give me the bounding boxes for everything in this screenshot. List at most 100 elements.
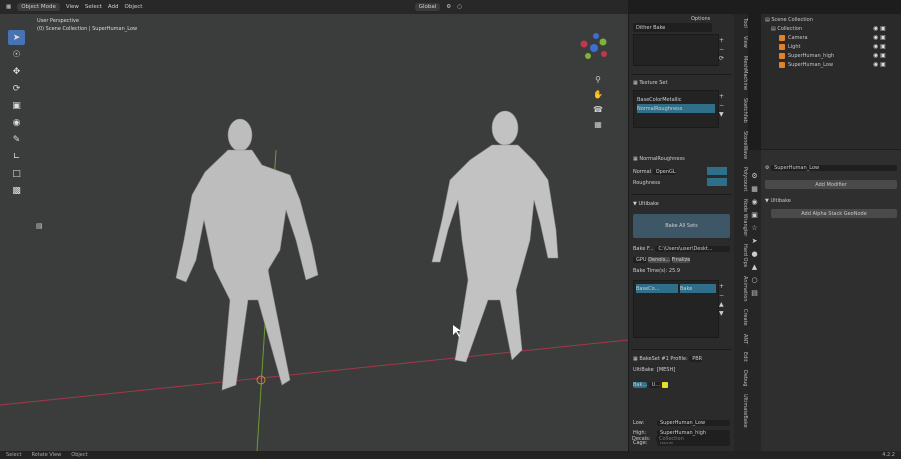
roughness-color-swatch[interactable] xyxy=(707,178,727,186)
yellow-swatch[interactable] xyxy=(661,381,668,388)
ortho-grid-icon[interactable]: ▦ xyxy=(592,120,604,132)
mesh-icon xyxy=(779,52,785,59)
outliner-root[interactable]: ▤ Scene Collection xyxy=(765,15,897,24)
mode-dropdown[interactable]: Object Mode xyxy=(17,3,60,11)
add-modifier-button[interactable]: Add Modifier xyxy=(765,180,897,189)
sidebar-toggle-icon[interactable]: ▤ xyxy=(36,222,43,230)
decals-field-row: Decals: Collection xyxy=(632,434,730,443)
camera-view-icon[interactable]: ☎ xyxy=(592,105,604,117)
move-down-icon[interactable]: ▼ xyxy=(719,309,727,318)
measure-tool-icon[interactable]: ∟ xyxy=(8,149,25,164)
tab-meshmachine[interactable]: MeshMachine xyxy=(734,52,748,94)
decals-collection-field[interactable]: Collection xyxy=(656,435,730,442)
tab-hard-ops[interactable]: Hard Ops xyxy=(734,240,748,271)
bake-type-list[interactable]: BaseCo... Bake xyxy=(633,280,719,338)
add-icon[interactable]: + xyxy=(719,92,727,101)
3d-viewport[interactable]: ▦ Object Mode View Select Add Object Glo… xyxy=(0,0,628,451)
tab-edit[interactable]: Edit xyxy=(734,348,748,366)
properties-tab-icons[interactable]: ⚙ ▦ ◉ ▣ ☆ ➤ ● ▲ ○ ▤ xyxy=(748,150,761,300)
finalize-toggle[interactable]: Finalize xyxy=(671,256,691,263)
bake-folder-field[interactable]: C:\Users\user\Deskt... xyxy=(655,245,730,252)
add-cube-tool-icon[interactable]: □ xyxy=(8,166,25,181)
add-icon[interactable]: + xyxy=(719,36,727,45)
navigation-gizmo[interactable]: ⚲ ✋ ☎ ▦ xyxy=(574,30,622,130)
bake-all-sets-button[interactable]: Bake All Sets xyxy=(633,214,730,238)
snap-icon[interactable]: ⚙ xyxy=(446,4,451,10)
bake-type-item[interactable]: BaseCo... xyxy=(636,284,678,293)
dither-field[interactable]: Dither Bake xyxy=(633,23,712,32)
normal-row: Normal OpenGL xyxy=(633,168,676,175)
denoise-toggle[interactable]: Denois... xyxy=(648,256,671,263)
select-tool-icon[interactable]: ➤ xyxy=(8,30,25,45)
tab-debug[interactable]: Debug xyxy=(734,366,748,390)
tab-animation[interactable]: Animation xyxy=(734,272,748,306)
tab-node-wrangler[interactable]: Node Wrangler xyxy=(734,195,748,240)
menu-add[interactable]: Add xyxy=(108,4,119,10)
normal-color-swatch[interactable] xyxy=(707,167,727,175)
menu-object[interactable]: Object xyxy=(125,4,143,10)
tab-view[interactable]: View xyxy=(734,32,748,52)
pan-hand-icon[interactable]: ✋ xyxy=(592,90,604,102)
u-chip[interactable]: U... xyxy=(648,381,661,388)
tab-sketchfab[interactable]: Sketchfab xyxy=(734,94,748,127)
menu-select[interactable]: Select xyxy=(85,4,102,10)
remove-icon[interactable]: − xyxy=(719,101,727,110)
list-controls: + − ⟳ xyxy=(719,36,727,63)
texture-set-list[interactable]: BaseColorMetallic NormalRoughness xyxy=(633,90,719,128)
texture-set-item-selected[interactable]: NormalRoughness xyxy=(637,104,715,113)
proportional-icon[interactable]: ○ xyxy=(457,4,462,10)
tab-ultimatebake[interactable]: UltimateBake xyxy=(734,390,748,432)
low-object-field[interactable]: SuperHuman_Low xyxy=(657,419,730,426)
ultibake-object-row: UltiBake [MESH] xyxy=(633,366,676,373)
normal-format-dropdown[interactable]: OpenGL xyxy=(652,168,676,175)
remove-icon[interactable]: − xyxy=(719,291,727,300)
bake-chip[interactable]: Bak... xyxy=(633,381,648,388)
axis-gizmo-icon xyxy=(580,33,607,59)
status-rotate: Rotate View xyxy=(31,452,62,458)
viewport-header: ▦ Object Mode View Select Add Object Glo… xyxy=(0,0,628,14)
tab-polycount[interactable]: Polycount xyxy=(734,163,748,195)
transform-tool-icon[interactable]: ◉ xyxy=(8,115,25,130)
annotate-tool-icon[interactable]: ✎ xyxy=(8,132,25,147)
scale-tool-icon[interactable]: ▣ xyxy=(8,98,25,113)
status-select: Select xyxy=(6,452,22,458)
device-dropdown[interactable]: GPU xyxy=(633,256,647,263)
x-axis-line xyxy=(0,339,628,406)
object-name-field[interactable]: SuperHuman_Low xyxy=(771,164,897,171)
move-up-icon[interactable]: ▲ xyxy=(719,300,727,309)
viewport-scene xyxy=(0,110,628,451)
tab-ant[interactable]: ANT xyxy=(734,330,748,348)
tab-create[interactable]: Create xyxy=(734,305,748,330)
transform-orientation-dropdown[interactable]: Global xyxy=(414,3,441,11)
texture-list-controls: + − ▼ xyxy=(719,92,727,119)
top-list[interactable] xyxy=(633,34,719,66)
eye-icon[interactable]: ◉ ▣ xyxy=(873,51,899,60)
options-button[interactable]: Options xyxy=(691,16,710,22)
editor-type-icon[interactable]: ▦ xyxy=(6,4,11,10)
rotate-tool-icon[interactable]: ⟳ xyxy=(8,81,25,96)
zoom-icon[interactable]: ⚲ xyxy=(592,75,604,87)
tab-stonewave[interactable]: StoneWave xyxy=(734,127,748,163)
profile-dropdown[interactable]: PBR xyxy=(689,355,703,362)
texture-set-header[interactable]: ▦ Texture Set xyxy=(633,78,730,87)
version-label: 4.2.2 xyxy=(882,452,895,458)
add-alpha-stack-button[interactable]: Add Alpha Stack GeoNode xyxy=(771,209,897,218)
menu-view[interactable]: View xyxy=(66,4,79,10)
move-down-icon[interactable]: ▼ xyxy=(719,110,727,119)
add-icon[interactable]: + xyxy=(719,282,727,291)
tab-tool[interactable]: Tool xyxy=(734,14,748,32)
texture-set-item[interactable]: BaseColorMetallic xyxy=(637,95,715,104)
add-object-tool-icon[interactable]: ▩ xyxy=(8,183,25,198)
eye-icon[interactable]: ◉ ▣ xyxy=(873,24,899,33)
move-tool-icon[interactable]: ✥ xyxy=(8,64,25,79)
bake-type-item-2[interactable]: Bake xyxy=(680,284,716,293)
eye-icon[interactable]: ◉ ▣ xyxy=(873,60,899,69)
eye-icon[interactable]: ◉ ▣ xyxy=(873,42,899,51)
ultibake-section[interactable]: ▼ Ultibake xyxy=(765,196,897,205)
collection-path-label: (0) Scene Collection | SuperHuman_Low xyxy=(37,26,138,32)
refresh-icon[interactable]: ⟳ xyxy=(719,54,727,63)
ultibake-header[interactable]: ▼ Ultibake xyxy=(633,199,730,208)
remove-icon[interactable]: − xyxy=(719,45,727,54)
eye-icon[interactable]: ◉ ▣ xyxy=(873,33,899,42)
cursor-tool-icon[interactable]: ☉ xyxy=(8,47,25,62)
